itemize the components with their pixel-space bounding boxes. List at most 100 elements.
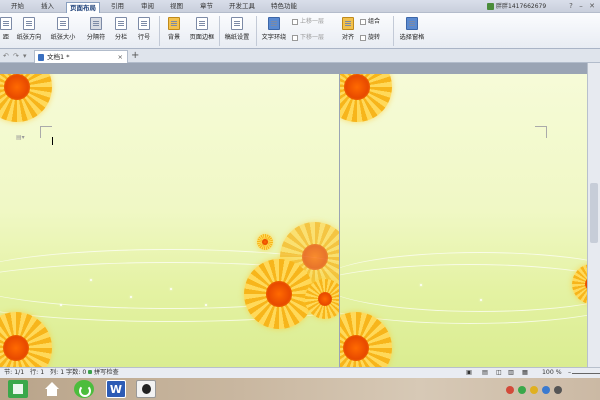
view-mode-icon[interactable]: ▣ [466,368,472,378]
selection-pane-label: 选择窗格 [399,34,425,41]
document-page[interactable]: ▤▾ [0,74,339,367]
sparkle-decoration [130,296,132,298]
decorative-wave [340,264,587,324]
bring-forward-icon [292,18,298,25]
new-tab-button[interactable]: + [131,50,139,62]
zoom-level[interactable]: 100 % [542,368,562,378]
paper-size-icon [57,17,69,30]
align-label: 对齐 [341,34,355,41]
section-indicator: 节: 1/1 [4,369,25,376]
spell-check-toggle[interactable]: 拼写检查 [88,368,119,378]
zoom-out-icon[interactable]: – [568,368,571,378]
word-count: 字数: 0 [66,369,87,376]
background-icon [168,17,180,30]
line-numbers-button[interactable]: 行号 [134,15,154,47]
tray-app-icon[interactable] [530,386,538,394]
close-tab-icon[interactable]: × [118,51,123,63]
paragraph-layout-icon[interactable]: ▤▾ [16,134,25,141]
view-mode-icon[interactable]: ◫ [496,368,502,378]
menu-review[interactable]: 审阅 [138,1,157,12]
home-icon[interactable] [42,380,62,398]
columns-button[interactable]: 分栏 [112,15,130,47]
scrollbar-thumb[interactable] [590,183,598,243]
rotate-label: 旋转 [368,34,381,41]
menu-special-features[interactable]: 特色功能 [268,1,300,12]
flower-decoration [0,74,52,122]
wps-writer-icon[interactable] [106,380,126,398]
flower-decoration [340,74,392,122]
menu-sections[interactable]: 章节 [197,1,216,12]
refresh-icon[interactable] [74,380,94,398]
view-mode-icon[interactable]: ▤ [482,368,488,378]
start-icon[interactable] [8,380,28,398]
minimize-button[interactable]: – [577,2,585,10]
sparkle-decoration [480,299,482,301]
tray-app-icon[interactable] [506,386,514,394]
profile-face-icon[interactable] [136,380,156,398]
quick-access-dropdown-icon[interactable]: ▾ [23,52,27,60]
menu-insert[interactable]: 插入 [38,1,57,12]
tray-app-icon[interactable] [542,386,550,394]
tray-app-icon[interactable] [554,386,562,394]
send-backward-icon [292,34,298,41]
user-account[interactable]: 胖胖1417662679 [487,2,546,11]
flower-decoration [0,312,52,367]
text-wrap-label: 文字环绕 [261,34,287,41]
flower-decoration [244,259,314,329]
page-border-button[interactable]: 页面边框 [188,15,216,47]
tray-app-icon[interactable] [518,386,526,394]
background-button[interactable]: 背景 [164,15,184,47]
menu-page-layout[interactable]: 页面布局 [66,2,100,13]
user-name: 胖胖1417662679 [496,3,547,10]
sparkle-decoration [205,304,207,306]
margins-icon [0,17,12,30]
view-mode-icon[interactable]: ▦ [522,368,528,378]
columns-icon [115,17,127,30]
document-workspace[interactable]: ▤▾ [0,63,600,367]
background-label: 背景 [167,34,181,41]
margins-label: 距 [2,34,10,41]
group-button[interactable]: 组合 [360,17,380,26]
menu-references[interactable]: 引用 [108,1,127,12]
margin-corner-mark [40,126,52,138]
text-wrap-icon [268,17,280,30]
document-page[interactable] [340,74,587,367]
columns-label: 分栏 [114,34,128,41]
spell-check-label: 拼写检查 [94,369,119,376]
help-button[interactable]: ? [567,2,575,10]
separator-button[interactable]: 分隔符 [84,15,108,47]
vertical-scrollbar[interactable] [587,63,600,367]
close-button[interactable]: ✕ [588,2,596,10]
document-tab-bar: ↶ ↷ ▾ 文档1 * × + [0,49,600,63]
draft-settings-button[interactable]: 稿纸设置 [223,15,251,47]
bring-forward-button[interactable]: 上移一层 [292,17,324,26]
document-icon [38,54,44,61]
ribbon-divider [393,16,394,46]
zoom-slider[interactable] [572,373,600,374]
redo-icon[interactable]: ↷ [13,52,19,60]
line-numbers-icon [138,17,150,30]
page-border-icon [196,17,208,30]
menu-developer-tools[interactable]: 开发工具 [226,1,258,12]
menu-home[interactable]: 开始 [8,1,27,12]
line-numbers-label: 行号 [137,34,151,41]
undo-icon[interactable]: ↶ [3,52,9,60]
rotate-button[interactable]: 旋转 [360,33,380,42]
row-indicator: 行: 1 [30,369,45,376]
text-cursor [52,137,53,145]
text-wrap-button[interactable]: 文字环绕 [259,15,289,47]
paper-size-label: 纸张大小 [50,34,76,41]
view-mode-icon[interactable]: ▥ [508,368,514,378]
bring-forward-label: 上移一层 [300,18,325,25]
selection-pane-button[interactable]: 选择窗格 [397,15,427,47]
align-button[interactable]: 对齐 [338,15,358,47]
menu-view[interactable]: 视图 [167,1,186,12]
paper-size-button[interactable]: 纸张大小 [48,15,78,47]
orientation-button[interactable]: 纸张方向 [14,15,44,47]
margins-button[interactable]: 距 [0,15,12,47]
ribbon-toolbar: 距 纸张方向 纸张大小 分隔符 分栏 行号 背景 页面边框 稿纸设置 文字环绕 … [0,13,600,49]
ribbon-divider [219,16,220,46]
separator-label: 分隔符 [86,34,106,41]
send-backward-button[interactable]: 下移一层 [292,33,324,42]
document-tab[interactable]: 文档1 * × [34,50,128,63]
